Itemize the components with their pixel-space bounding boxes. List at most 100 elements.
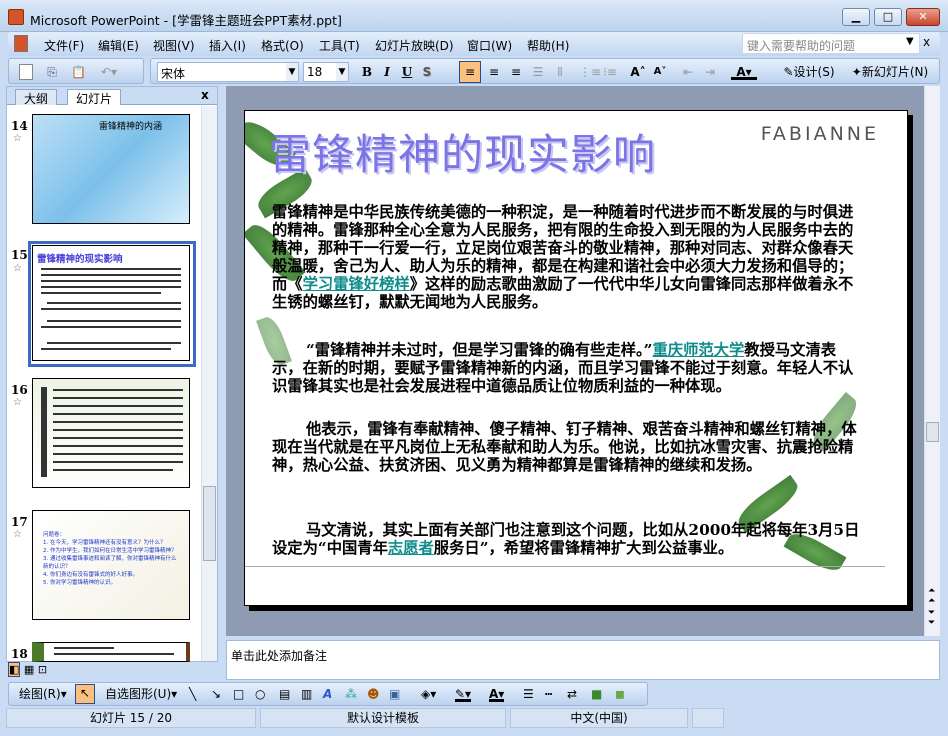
status-template[interactable]: 默认设计模板 <box>260 708 506 728</box>
select-pointer-icon[interactable]: ↖ <box>75 684 95 704</box>
status-slide-count: 幻灯片 15 / 20 <box>6 708 256 728</box>
slide-canvas[interactable]: 雷锋精神的现实影响 FABIANNE 雷锋精神是中华民族传统美德的一种积淀，是一… <box>244 110 908 606</box>
help-search-input[interactable]: 键入需要帮助的问题 <box>742 33 920 54</box>
chevron-down-icon: ▼ <box>286 63 298 81</box>
slide-thumbnail-15[interactable]: 雷锋精神的现实影响 <box>32 245 190 361</box>
diagram-icon[interactable]: ⁂ <box>345 686 357 702</box>
arrow-style-icon[interactable]: ⇄ <box>567 686 577 702</box>
font-select[interactable]: 宋体 ▼ <box>157 62 299 82</box>
slide-title[interactable]: 雷锋精神的现实影响 <box>269 121 656 182</box>
normal-view-icon[interactable]: ◧ <box>8 662 21 677</box>
slides-pane: 大纲 幻灯片 x 14 ☆ 雷锋精神的内涵 15 ☆ 雷锋精神的现实影响 16 … <box>6 86 218 662</box>
paragraph-4[interactable]: 马文清说，其实上面有关部门也注意到这个问题，比如从2000年起将每年3月5日设定… <box>272 521 862 557</box>
menu-edit[interactable]: 编辑(E) <box>98 37 139 54</box>
justify-button[interactable]: ☰ <box>529 64 547 80</box>
undo-icon[interactable]: ↶▾ <box>99 64 119 80</box>
numbering-icon[interactable]: ⋮≡ <box>579 64 601 80</box>
pane-close-button[interactable]: x <box>201 88 209 102</box>
close-button[interactable]: ✕ <box>906 8 940 26</box>
bold-button[interactable]: B <box>359 64 375 80</box>
font-color-icon[interactable]: A▾ <box>489 686 505 702</box>
slide-thumbnail-16[interactable] <box>32 378 190 488</box>
minimize-button[interactable]: ▁ <box>842 8 870 26</box>
menu-slideshow[interactable]: 幻灯片放映(D) <box>375 37 454 54</box>
pane-scrollbar[interactable] <box>201 106 217 661</box>
tab-outline[interactable]: 大纲 <box>15 89 58 106</box>
menu-tools[interactable]: 工具(T) <box>319 37 360 54</box>
autoshapes-button[interactable]: 自选图形(U)▾ <box>105 686 177 702</box>
close-document-icon[interactable]: x <box>923 35 930 49</box>
restore-button[interactable]: □ <box>874 8 902 26</box>
slide-editor: 雷锋精神的现实影响 FABIANNE 雷锋精神是中华民族传统美德的一种积淀，是一… <box>226 86 940 636</box>
next-slide-icon[interactable]: ⏷ ⏷ <box>928 608 935 628</box>
menu-insert[interactable]: 插入(I) <box>209 37 246 54</box>
hyperlink[interactable]: 重庆师范大学 <box>652 341 744 359</box>
slide-thumbnail-14[interactable]: 雷锋精神的内涵 <box>32 114 190 224</box>
thumb-line: 2. 作为中学生，我们如何在日常生活中学习雷锋精神？ <box>43 548 177 554</box>
clipart-icon[interactable]: ☻ <box>367 686 380 702</box>
increase-indent-icon[interactable]: ⇥ <box>701 64 719 80</box>
line-color-icon[interactable]: ✎▾ <box>455 686 472 702</box>
align-center-button[interactable]: ≡ <box>485 64 503 80</box>
hyperlink[interactable]: 志愿者 <box>388 539 434 557</box>
menu-file[interactable]: 文件(F) <box>44 37 84 54</box>
wordart-icon[interactable]: A <box>323 686 332 702</box>
powerpoint-app-icon[interactable] <box>8 9 24 25</box>
vertical-textbox-icon[interactable]: ▥ <box>301 686 312 702</box>
3d-style-icon[interactable]: ◼ <box>615 686 625 702</box>
slide-sorter-icon[interactable]: ▦ <box>24 663 34 676</box>
tab-slides[interactable]: 幻灯片 <box>67 89 122 106</box>
paragraph-3[interactable]: 他表示，雷锋有奉献精神、傻子精神、钉子精神、艰苦奋斗精神和螺丝钉精神，体现在当代… <box>272 420 862 474</box>
copy-icon[interactable]: ⎘ <box>45 64 59 80</box>
distribute-button[interactable]: ⦀ <box>551 64 569 80</box>
menu-format[interactable]: 格式(O) <box>261 37 304 54</box>
arrow-icon[interactable]: ↘ <box>211 686 221 702</box>
paragraph-1[interactable]: 雷锋精神是中华民族传统美德的一种积淀，是一种随着时代进步而不断发展的与时俱进的精… <box>272 203 862 311</box>
underline-button[interactable]: U <box>399 64 415 80</box>
font-size-select[interactable]: 18 ▼ <box>303 62 349 82</box>
menu-view[interactable]: 视图(V) <box>153 37 195 54</box>
thumb-number: 18 <box>11 647 28 661</box>
design-button[interactable]: ✎设计(S) <box>773 64 845 80</box>
decrease-indent-icon[interactable]: ⇤ <box>679 64 697 80</box>
line-icon[interactable]: ╲ <box>189 686 196 702</box>
scroll-thumb[interactable] <box>926 422 939 442</box>
textbox-icon[interactable]: ▤ <box>279 686 290 702</box>
document-icon[interactable] <box>14 35 28 52</box>
new-slide-button[interactable]: ✦新幻灯片(N) <box>847 64 933 80</box>
draw-menu-button[interactable]: 绘图(R)▾ <box>19 686 67 702</box>
line-style-icon[interactable]: ☰ <box>523 686 534 702</box>
menu-window[interactable]: 窗口(W) <box>467 37 512 54</box>
autoshapes-label: 自选图形(U) <box>105 687 172 701</box>
fill-color-icon[interactable]: ◈▾ <box>421 686 436 702</box>
align-right-button[interactable]: ≡ <box>507 64 525 80</box>
design-label: 设计(S) <box>793 65 835 79</box>
dash-style-icon[interactable]: ┅ <box>545 686 552 702</box>
bullets-icon[interactable]: ⁝≡ <box>601 64 619 80</box>
help-dropdown-icon[interactable]: ▼ <box>906 36 914 47</box>
rectangle-icon[interactable]: □ <box>233 686 244 702</box>
paragraph-2[interactable]: “雷锋精神并未过时，但是学习雷锋的确有些走样。”重庆师范大学教授马文清表示，在新… <box>272 341 862 395</box>
shadow-style-icon[interactable]: ■ <box>591 686 602 702</box>
increase-font-icon[interactable]: A˄ <box>629 64 647 80</box>
shadow-button[interactable]: S <box>419 64 435 80</box>
decrease-font-icon[interactable]: A˅ <box>651 64 669 80</box>
paste-icon[interactable]: 📋 <box>71 64 86 80</box>
slideshow-icon[interactable]: ⊡ <box>38 663 47 676</box>
align-left-button[interactable]: ≡ <box>459 61 481 83</box>
slide-thumbnail-18[interactable] <box>32 642 190 662</box>
slide-thumbnail-17[interactable]: 问题卷： 1. 在今天，学习雷锋精神还有没有意义？为什么？ 2. 作为中学生，我… <box>32 510 190 620</box>
italic-button[interactable]: I <box>379 64 395 80</box>
title-bar: Microsoft PowerPoint - [学雷锋主题班会PPT素材.ppt… <box>0 0 948 32</box>
hyperlink[interactable]: 学习雷锋好榜样 <box>303 275 410 293</box>
picture-icon[interactable]: ▣ <box>389 686 400 702</box>
scroll-thumb[interactable] <box>203 486 216 561</box>
prev-slide-icon[interactable]: ⏶ ⏶ <box>928 586 935 606</box>
menu-help[interactable]: 帮助(H) <box>527 37 569 54</box>
oval-icon[interactable]: ○ <box>255 686 265 702</box>
font-color-button[interactable]: A▾ <box>731 64 757 80</box>
notes-input[interactable]: 单击此处添加备注 <box>226 640 940 680</box>
editor-scrollbar[interactable]: ⏶ ⏶ ⏷ ⏷ <box>924 86 940 636</box>
drawing-toolbar: 绘图(R)▾ ↖ 自选图形(U)▾ ╲ ↘ □ ○ ▤ ▥ A ⁂ ☻ ▣ ◈▾… <box>8 682 648 706</box>
new-icon[interactable] <box>19 64 33 80</box>
